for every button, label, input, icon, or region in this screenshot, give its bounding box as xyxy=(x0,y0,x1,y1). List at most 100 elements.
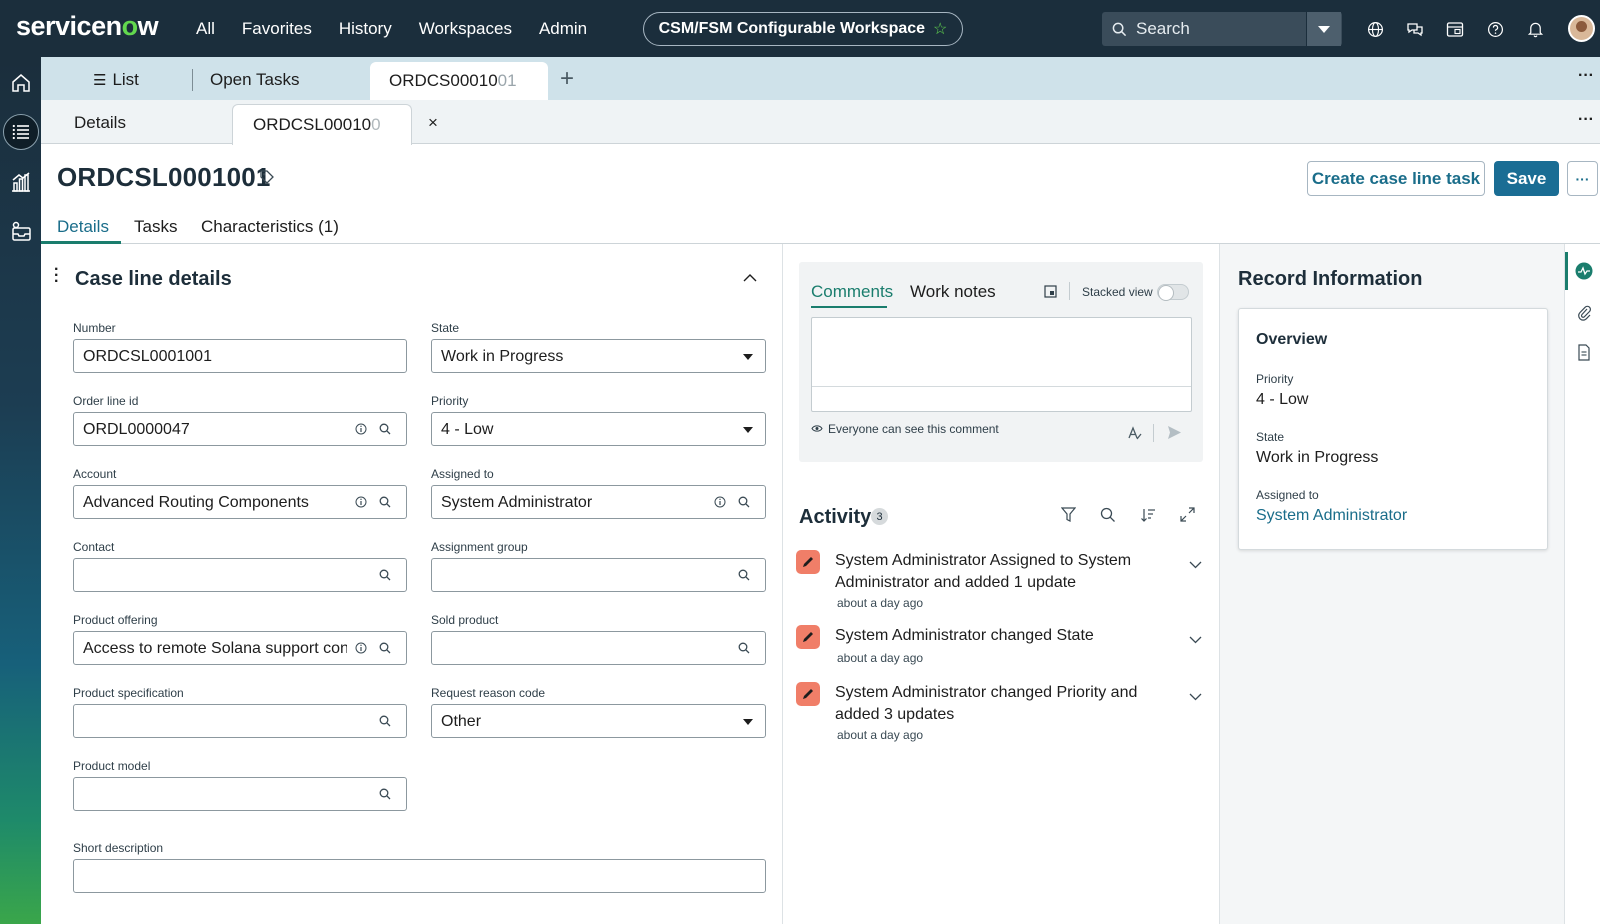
product-model-field[interactable] xyxy=(73,777,407,811)
state-label: State xyxy=(1256,430,1285,444)
lookup-search-icon[interactable] xyxy=(379,714,391,732)
text-format-icon[interactable] xyxy=(1127,425,1143,446)
tab-list[interactable]: ☰ List xyxy=(93,70,139,90)
analytics-chart-icon[interactable] xyxy=(0,164,41,200)
search-scope-dropdown[interactable] xyxy=(1306,12,1341,46)
request-reason-select[interactable]: Other xyxy=(431,704,766,738)
tab-details[interactable]: Details xyxy=(74,113,126,133)
number-field[interactable]: ORDCSL0001001 xyxy=(73,339,407,373)
assigned-to-label: Assigned to xyxy=(431,467,494,481)
more-options-icon[interactable]: ··· xyxy=(1578,67,1594,85)
tag-icon[interactable] xyxy=(259,169,275,190)
subtab-details[interactable]: Details xyxy=(57,217,109,237)
nav-all[interactable]: All xyxy=(196,19,215,39)
inbox-tray-icon[interactable] xyxy=(0,213,41,249)
state-select[interactable]: Work in Progress xyxy=(431,339,766,373)
comment-textarea[interactable] xyxy=(811,317,1192,412)
contact-field[interactable] xyxy=(73,558,407,592)
lookup-search-icon[interactable] xyxy=(738,641,750,659)
chevron-up-icon[interactable] xyxy=(743,269,757,287)
nav-history[interactable]: History xyxy=(339,19,392,39)
active-tab-indicator xyxy=(811,306,887,308)
filter-icon[interactable] xyxy=(1060,507,1077,528)
bell-icon[interactable] xyxy=(1525,19,1545,39)
activity-item[interactable]: System Administrator Assigned to System … xyxy=(796,550,1206,610)
lookup-search-icon[interactable] xyxy=(379,495,391,513)
lookup-search-icon[interactable] xyxy=(738,495,750,513)
info-icon[interactable] xyxy=(355,495,367,513)
nav-workspaces[interactable]: Workspaces xyxy=(419,19,512,39)
compose-window-icon[interactable] xyxy=(1044,285,1057,303)
order-line-label: Order line id xyxy=(73,394,139,408)
tab-record-ordcs[interactable]: ORDCS0001001 xyxy=(370,62,548,100)
lookup-search-icon[interactable] xyxy=(379,568,391,586)
order-line-field[interactable]: ORDL0000047 xyxy=(73,412,407,446)
expand-icon[interactable] xyxy=(1180,507,1195,527)
info-icon[interactable] xyxy=(355,422,367,440)
product-offering-label: Product offering xyxy=(73,613,158,627)
user-avatar[interactable] xyxy=(1568,15,1595,42)
assigned-to-link[interactable]: System Administrator xyxy=(1256,507,1407,525)
paperclip-icon[interactable] xyxy=(1574,302,1594,322)
tab-work-notes[interactable]: Work notes xyxy=(910,282,996,302)
more-options-icon[interactable]: ··· xyxy=(1578,111,1594,129)
menu-lines-icon: ☰ xyxy=(93,72,107,89)
product-spec-field[interactable] xyxy=(73,704,407,738)
activity-item[interactable]: System Administrator changed State about… xyxy=(796,625,1206,670)
drag-handle-icon[interactable]: · · · xyxy=(54,262,59,290)
pencil-icon xyxy=(796,682,820,706)
stacked-view-toggle[interactable] xyxy=(1157,284,1189,301)
lookup-search-icon[interactable] xyxy=(379,787,391,805)
assignment-group-field[interactable] xyxy=(431,558,766,592)
globe-icon[interactable] xyxy=(1365,19,1385,39)
close-tab-icon[interactable]: × xyxy=(428,113,438,133)
list-view-icon[interactable] xyxy=(0,114,41,150)
product-offering-field[interactable]: Access to remote Solana support contr xyxy=(73,631,407,665)
create-case-line-task-button[interactable]: Create case line task xyxy=(1307,161,1485,196)
inbox-icon[interactable] xyxy=(1445,19,1465,39)
account-field[interactable]: Advanced Routing Components xyxy=(73,485,407,519)
search-icon[interactable] xyxy=(1100,507,1116,528)
subtab-tasks[interactable]: Tasks xyxy=(134,217,177,237)
info-icon[interactable] xyxy=(714,495,726,513)
activity-title: Activity xyxy=(799,506,872,528)
more-actions-button[interactable]: ··· xyxy=(1567,161,1598,196)
tab-comments[interactable]: Comments xyxy=(811,282,893,302)
assigned-to-field[interactable]: System Administrator xyxy=(431,485,766,519)
help-icon[interactable] xyxy=(1485,19,1505,39)
chevron-down-icon[interactable] xyxy=(1189,631,1202,649)
sold-product-field[interactable] xyxy=(431,631,766,665)
servicenow-logo[interactable]: servicenow xyxy=(16,11,159,42)
eye-icon xyxy=(811,422,823,436)
lookup-search-icon[interactable] xyxy=(379,422,391,440)
activity-pulse-icon[interactable] xyxy=(1574,261,1594,281)
subtab-characteristics[interactable]: Characteristics (1) xyxy=(201,217,339,237)
dropdown-arrow-icon xyxy=(743,354,753,360)
send-icon[interactable] xyxy=(1167,425,1182,445)
info-icon[interactable] xyxy=(355,641,367,659)
tab-open-tasks[interactable]: Open Tasks xyxy=(210,70,299,90)
pencil-icon xyxy=(796,550,820,574)
lookup-search-icon[interactable] xyxy=(738,568,750,586)
nav-favorites[interactable]: Favorites xyxy=(242,19,312,39)
chevron-down-icon[interactable] xyxy=(1189,556,1202,574)
chat-icon[interactable] xyxy=(1405,19,1425,39)
assigned-to-label: Assigned to xyxy=(1256,488,1319,502)
save-button[interactable]: Save xyxy=(1494,161,1559,196)
document-icon[interactable] xyxy=(1574,342,1594,362)
sort-icon[interactable] xyxy=(1140,507,1156,528)
tab-record-ordcsl[interactable]: ORDCSL000100 xyxy=(232,104,412,145)
lookup-search-icon[interactable] xyxy=(379,641,391,659)
number-label: Number xyxy=(73,321,116,335)
short-description-field[interactable] xyxy=(73,859,766,893)
activity-item[interactable]: System Administrator changed Priority an… xyxy=(796,682,1206,742)
workspace-selector[interactable]: CSM/FSM Configurable Workspace ☆ xyxy=(643,12,963,46)
star-icon[interactable]: ☆ xyxy=(933,19,947,39)
chevron-down-icon[interactable] xyxy=(1189,688,1202,706)
right-utility-rail xyxy=(1564,244,1600,924)
home-icon[interactable] xyxy=(0,65,41,101)
record-tab-strip: Details ORDCSL000100 × ··· xyxy=(41,100,1600,145)
nav-admin[interactable]: Admin xyxy=(539,19,587,39)
priority-select[interactable]: 4 - Low xyxy=(431,412,766,446)
add-tab-icon[interactable]: + xyxy=(560,65,574,93)
